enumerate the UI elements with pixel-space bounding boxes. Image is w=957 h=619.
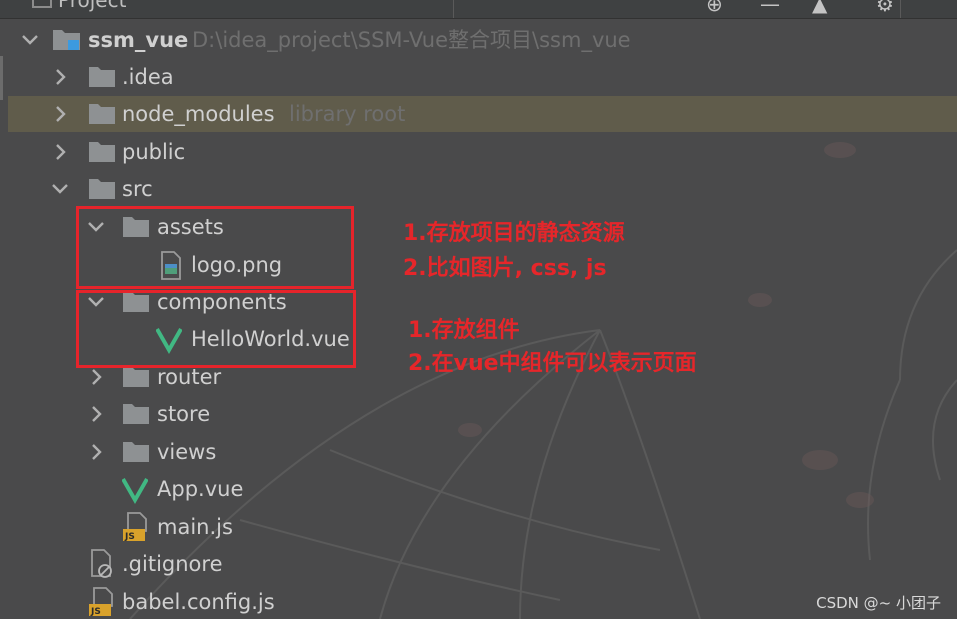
assets-note-line2: 2.比如图片, css, js [403,256,607,281]
components-highlight-box [76,290,356,368]
tree-item-label: public [122,140,186,164]
tree-item-label: .idea [122,65,174,89]
tree-row-app-vue[interactable]: App.vue [0,471,957,507]
project-panel: Project ⊕ — ▲ ⚙ ssm_vue D:\idea_project\… [0,0,957,619]
tree-row-store[interactable]: store [0,396,957,432]
vue-file-icon [122,478,148,505]
chevron-right-icon[interactable] [86,396,106,432]
tree-item-label: .gitignore [122,552,223,576]
chevron-down-icon[interactable] [20,22,40,58]
tree-row-src[interactable]: src [0,171,957,207]
folder-icon [123,404,149,424]
tree-item-hint: library root [289,102,406,126]
svg-text:JS: JS [90,607,101,617]
panel-title: Project [58,0,127,12]
folder-icon [123,442,149,462]
tree-row-main-js[interactable]: JS main.js [0,509,957,545]
chevron-right-icon[interactable] [50,134,70,170]
tree-row-gitignore[interactable]: .gitignore [0,546,957,582]
tree-item-label: node_modules [122,102,275,126]
tree-item-label: store [157,402,211,426]
js-file-icon: JS [123,512,147,542]
chevron-right-icon[interactable] [86,434,106,470]
panel-header: Project ⊕ — ▲ ⚙ [0,0,957,19]
tree-item-label: main.js [157,515,233,539]
collapse-all-icon[interactable]: — [760,0,780,14]
watermark: CSDN @~ 小团子 [816,594,941,612]
header-separator [453,0,454,18]
folder-icon [89,104,115,124]
components-note-line1: 1.存放组件 [408,318,520,343]
chevron-right-icon[interactable] [50,59,70,95]
chevron-right-icon[interactable] [50,96,70,132]
folder-icon [89,179,115,199]
project-icon [32,0,52,8]
assets-highlight-box [76,206,354,289]
ignore-file-icon [91,549,112,578]
assets-note-line1: 1.存放项目的静态资源 [403,221,625,246]
tree-row-babel-config-js[interactable]: JS babel.config.js [0,584,957,619]
expand-icon[interactable]: ▲ [812,0,827,14]
tree-row-views[interactable]: views [0,434,957,470]
tree-row-ssm-vue[interactable]: ssm_vue D:\idea_project\SSM-Vue整合项目\ssm_… [0,22,957,58]
tree-row-node-modules[interactable]: node_modules library root [0,96,957,132]
tree-item-path: D:\idea_project\SSM-Vue整合项目\ssm_vue [192,28,631,52]
module-folder-icon [53,30,80,50]
tree-item-label: views [157,440,217,464]
tree-row-idea[interactable]: .idea [0,59,957,95]
tree-item-label: App.vue [157,477,244,501]
tree-item-label: ssm_vue [88,28,189,52]
chevron-down-icon[interactable] [50,171,70,207]
locate-icon[interactable]: ⊕ [706,0,723,14]
folder-icon [89,142,115,162]
gear-icon[interactable]: ⚙ [876,0,894,14]
components-note-line2: 2.在vue中组件可以表示页面 [408,351,697,376]
tree-item-label: src [122,177,153,201]
js-file-icon: JS [89,587,113,617]
tree-item-label: babel.config.js [122,590,275,614]
tree-row-public[interactable]: public [0,134,957,170]
header-separator [900,0,901,18]
folder-icon [89,67,115,87]
svg-text:JS: JS [124,532,135,542]
